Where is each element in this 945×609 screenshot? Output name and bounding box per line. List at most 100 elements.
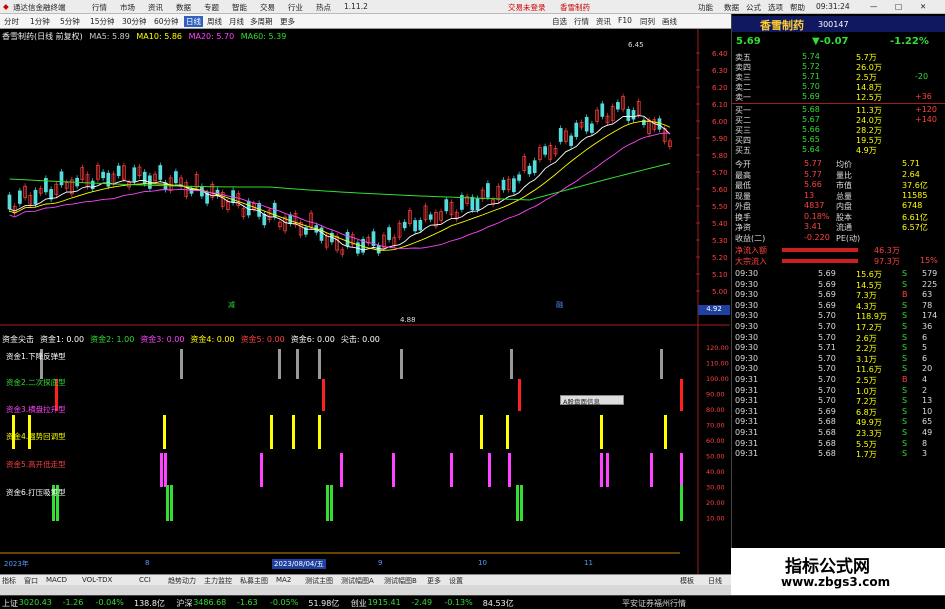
tick-time: 09:31	[735, 449, 759, 459]
menu-options[interactable]: 选项	[768, 2, 783, 13]
toolbar-quote-button[interactable]: 行情	[574, 16, 589, 27]
candle-body	[345, 231, 350, 247]
tick-volume: 3.1万	[856, 354, 877, 364]
stock-name: 香雪制药	[760, 19, 804, 32]
stock-link[interactable]: 香雪制药	[560, 2, 590, 13]
candle-body	[590, 123, 594, 133]
toolbar-news-button[interactable]: 资讯	[596, 16, 611, 27]
indicator-bar-3	[480, 415, 483, 449]
stat-label: 最低	[735, 181, 751, 190]
menu-data-right[interactable]: 数据	[724, 2, 739, 13]
price-axis-label: 5.30	[712, 237, 728, 245]
toolbar-peer-button[interactable]: 同列	[640, 16, 655, 27]
index-status-item: 1915.41	[367, 598, 401, 607]
menu-formula[interactable]: 公式	[746, 2, 761, 13]
menu-version[interactable]: 1.11.2	[344, 2, 368, 11]
menu-trade[interactable]: 交易	[260, 2, 275, 13]
candle-body	[106, 172, 111, 187]
toolbar-watchlist-button[interactable]: 自选	[552, 16, 567, 27]
index-status-item: 沪深	[176, 599, 193, 608]
candle-body	[142, 171, 147, 184]
tick-volume: 7.2万	[856, 397, 877, 407]
indicator-header-item: 资金2: 1.00	[90, 335, 135, 344]
period-tab-60min[interactable]: 60分钟	[154, 16, 179, 27]
stat-value: 5.66	[804, 180, 822, 189]
menu-industry[interactable]: 行业	[288, 2, 303, 13]
indicator-bar-4	[450, 453, 453, 487]
tick-time: 09:31	[735, 428, 759, 437]
candle-body	[288, 214, 293, 224]
kline-chart-area[interactable]: 6.40 6.30 6.20 6.10 6.00 5.90 5.80 5.70 5.60 5.50…	[0, 29, 730, 574]
candle-body	[543, 146, 547, 155]
menu-news[interactable]: 资讯	[148, 2, 163, 13]
tick-count: 5	[922, 343, 928, 353]
indicator-bar-3	[318, 415, 321, 449]
indicator-tab[interactable]: MA2	[276, 576, 291, 584]
maximize-icon[interactable]: □	[895, 2, 902, 11]
indicator-row-label: 资金2.二次探底型	[6, 378, 66, 387]
candle-body	[18, 190, 22, 204]
tick-count: 8	[922, 438, 928, 448]
period-tab-weekly[interactable]: 周线	[207, 16, 222, 27]
tick-side: S	[902, 428, 908, 437]
indicator-tabs-bar: 指标 窗口 MACD VOL-TDX CCI 趋势动力 主力监控 私募主图 MA2 测试主图 测试幅…	[0, 574, 731, 585]
kline-chart-svg[interactable]: 6.40 6.30 6.20 6.10 6.00 5.90 5.80 5.70 5.60 5.50…	[0, 29, 730, 574]
tick-price: 5.70	[818, 385, 836, 395]
toolbar-f10-button[interactable]: F10	[618, 16, 632, 25]
indicator-tab[interactable]: CCI	[139, 576, 151, 584]
watermark-url: www.zbgs3.com	[781, 575, 891, 589]
bid-price: 5.64	[802, 145, 820, 154]
tick-volume: 1.0万	[856, 386, 877, 396]
period-tab-1min[interactable]: 1分钟	[30, 16, 50, 27]
price-axis-label: 6.40	[712, 50, 728, 58]
tick-volume: 23.3万	[856, 429, 882, 438]
index-status-item: 3020.43	[18, 598, 52, 607]
period-tab-15min[interactable]: 15分钟	[90, 16, 115, 27]
menu-function[interactable]: 功能	[698, 2, 713, 13]
trade-login-link[interactable]: 交易未登录	[508, 2, 546, 13]
candle-body	[657, 118, 662, 130]
candle-body	[132, 167, 137, 182]
tick-price: 5.70	[818, 311, 836, 321]
indicator-axis-label: 20.00	[706, 499, 725, 507]
tick-count: 20	[922, 364, 933, 374]
stat-value: 11585	[902, 190, 928, 200]
period-tab-30min[interactable]: 30分钟	[122, 16, 147, 27]
bid-change: +140	[915, 115, 937, 124]
indicator-bar-1	[400, 349, 403, 379]
ask-price: 5.69	[802, 92, 820, 101]
menu-smart[interactable]: 智能	[232, 2, 247, 13]
menu-topic[interactable]: 专题	[204, 2, 219, 13]
index-status-item: -1.63	[237, 598, 258, 607]
menu-hot[interactable]: 热点	[316, 2, 331, 13]
tick-side: S	[902, 364, 908, 374]
indicator-header-item: 资金尖击	[2, 335, 34, 344]
menu-help[interactable]: 帮助	[790, 2, 805, 13]
flow-value: 97.3万	[874, 257, 900, 266]
period-tab-more[interactable]: 更多	[280, 16, 295, 27]
date-axis-label: 11	[584, 559, 593, 567]
period-tab-intraday[interactable]: 分时	[4, 16, 19, 27]
info-popup[interactable]: A股盘面信息	[560, 395, 624, 406]
indicator-header-item: 资金5: 0.00	[240, 335, 285, 344]
stat-label: 净资	[735, 223, 751, 232]
period-tab-daily[interactable]: 日线	[184, 16, 203, 27]
close-icon[interactable]: ✕	[920, 2, 926, 11]
indicator-row-label: 资金1.下降反弹型	[6, 352, 66, 361]
scroll-strip[interactable]	[0, 585, 731, 595]
tick-price: 5.71	[818, 343, 836, 353]
minimize-icon[interactable]: —	[870, 2, 878, 11]
period-tab-multi[interactable]: 多周期	[250, 16, 273, 27]
menu-market[interactable]: 行情	[92, 2, 107, 13]
menu-data[interactable]: 数据	[176, 2, 191, 13]
flow-label: 大宗流入	[735, 257, 767, 266]
indicator-tab[interactable]: VOL-TDX	[82, 576, 112, 584]
indicator-bar-1	[510, 349, 513, 379]
indicator-tab[interactable]: MACD	[46, 576, 67, 584]
tick-time: 09:30	[735, 290, 759, 300]
period-tab-monthly[interactable]: 月线	[229, 16, 244, 27]
tick-price: 5.68	[818, 438, 836, 448]
menu-market2[interactable]: 市场	[120, 2, 135, 13]
period-tab-5min[interactable]: 5分钟	[60, 16, 80, 27]
toolbar-draw-button[interactable]: 画线	[662, 16, 677, 27]
